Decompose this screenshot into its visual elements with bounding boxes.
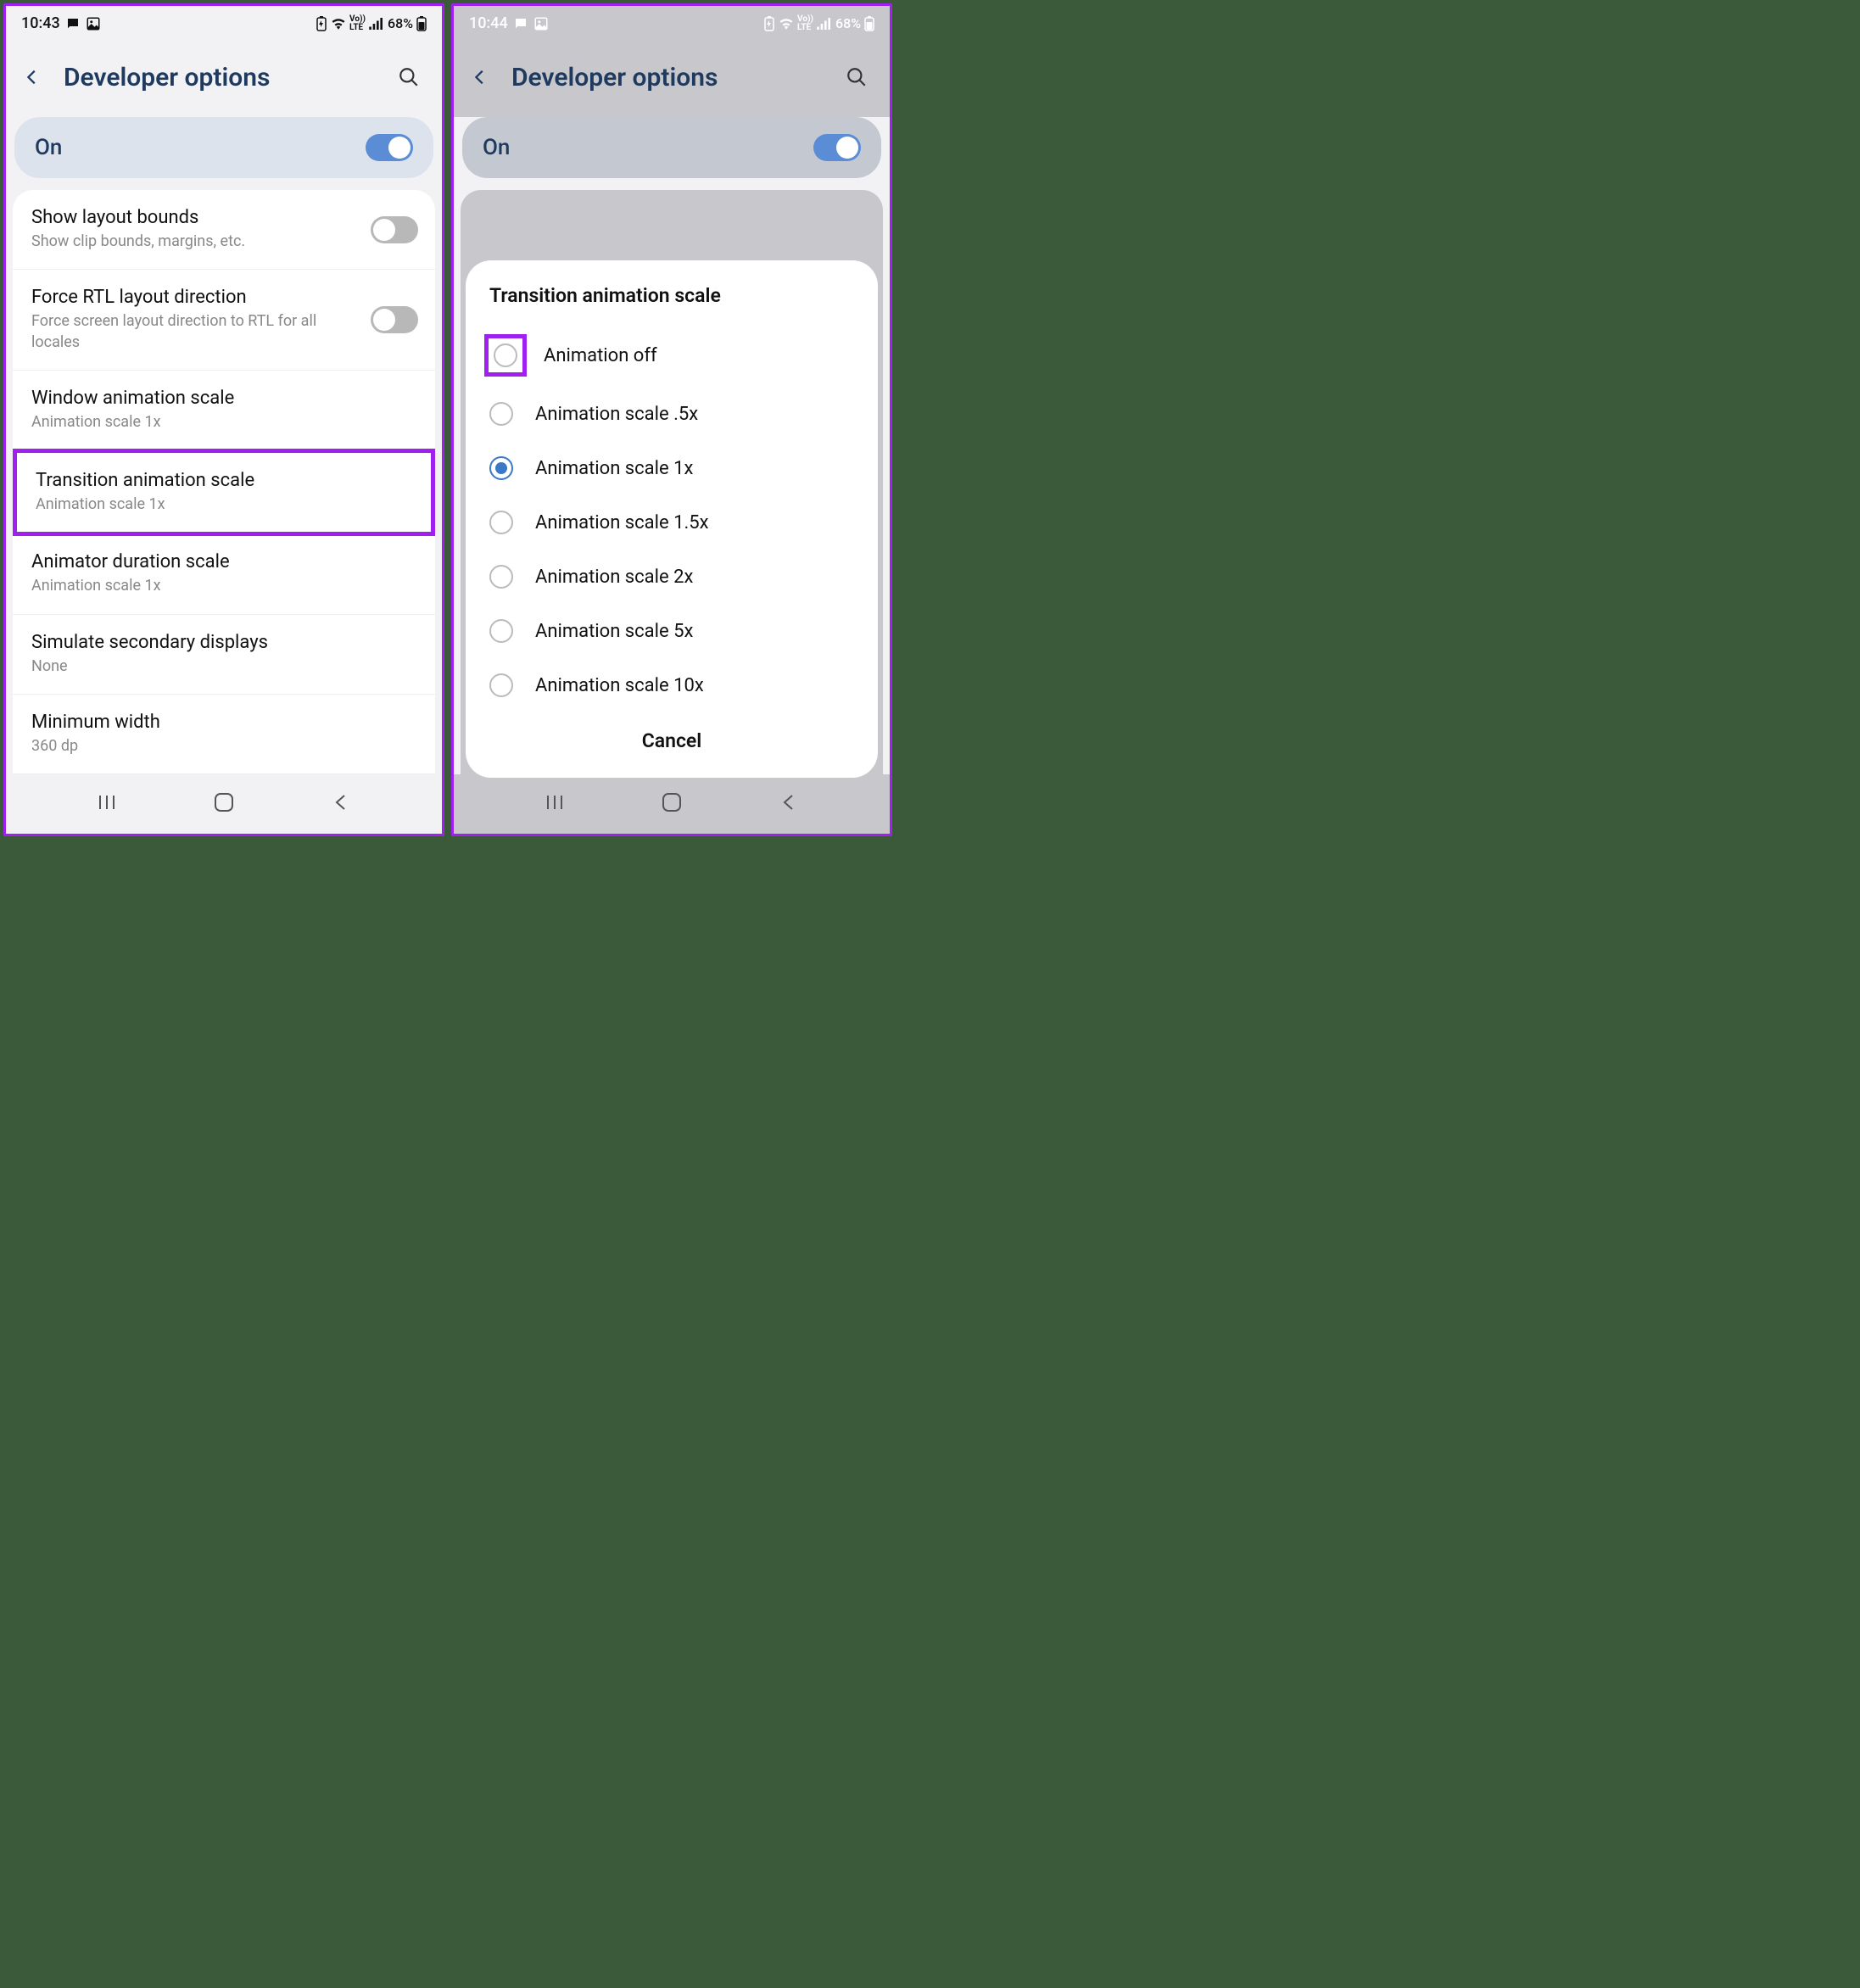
dialog-title: Transition animation scale (484, 284, 859, 307)
volte-icon: Vo))LTE (349, 15, 366, 32)
setting-title: Simulate secondary displays (31, 632, 418, 653)
radio-label: Animation scale 1.5x (535, 512, 709, 533)
signal-icon (369, 18, 384, 30)
chat-icon (513, 16, 528, 31)
radio-option-animation-off[interactable]: Animation off (484, 324, 859, 387)
setting-sub: Force screen layout direction to RTL for… (31, 311, 359, 353)
toggle-switch[interactable] (371, 216, 418, 243)
search-button[interactable] (841, 61, 873, 93)
master-toggle-row[interactable]: On (462, 117, 881, 178)
radio-label: Animation off (544, 345, 657, 366)
phone-right: 10:44 Vo))LTE 68% (451, 3, 892, 836)
recents-button[interactable] (538, 790, 572, 815)
navigation-bar (454, 774, 890, 834)
radio-label: Animation scale 2x (535, 567, 693, 588)
image-icon (86, 16, 101, 31)
radio-label: Animation scale 10x (535, 675, 704, 696)
setting-title: Animator duration scale (31, 551, 418, 572)
setting-title: Window animation scale (31, 388, 418, 409)
cancel-button[interactable]: Cancel (484, 712, 859, 759)
setting-window-animation[interactable]: Window animation scale Animation scale 1… (13, 371, 435, 450)
chat-icon (65, 16, 81, 31)
page-title: Developer options (64, 63, 377, 92)
battery-icon (864, 16, 874, 31)
radio-label: Animation scale 5x (535, 621, 693, 642)
recents-button[interactable] (90, 790, 124, 815)
page-title: Developer options (511, 63, 825, 92)
radio-option-scale-10x[interactable]: Animation scale 10x (484, 658, 859, 712)
image-icon (533, 16, 549, 31)
setting-title: Force RTL layout direction (31, 287, 359, 308)
home-button[interactable] (655, 790, 689, 815)
setting-sub: Animation scale 1x (31, 412, 418, 433)
battery-text: 68% (835, 15, 861, 31)
home-button[interactable] (207, 790, 241, 815)
status-bar: 10:44 Vo))LTE 68% (454, 6, 890, 37)
master-toggle-switch[interactable] (366, 134, 413, 161)
radio-icon (489, 619, 513, 643)
setting-transition-animation[interactable]: Transition animation scale Animation sca… (13, 449, 435, 536)
setting-sub: Animation scale 1x (36, 494, 414, 515)
radio-option-scale-1x[interactable]: Animation scale 1x (484, 441, 859, 495)
master-toggle-switch[interactable] (813, 134, 861, 161)
setting-show-layout-bounds[interactable]: Show layout bounds Show clip bounds, mar… (13, 190, 435, 270)
radio-label: Animation scale .5x (535, 404, 698, 425)
setting-simulate-secondary[interactable]: Simulate secondary displays None (13, 615, 435, 695)
setting-sub: Show clip bounds, margins, etc. (31, 232, 359, 252)
battery-saver-icon (316, 16, 327, 31)
wifi-icon (779, 18, 794, 30)
radio-icon (489, 456, 513, 480)
setting-minimum-width[interactable]: Minimum width 360 dp (13, 695, 435, 774)
master-toggle-label: On (35, 135, 62, 160)
radio-option-scale-2x[interactable]: Animation scale 2x (484, 550, 859, 604)
master-toggle-row[interactable]: On (14, 117, 433, 178)
battery-text: 68% (388, 15, 413, 31)
status-bar: 10:43 Vo))LTE 68% (6, 6, 442, 37)
radio-option-scale-5x[interactable]: Animation scale 5x (484, 604, 859, 658)
back-button[interactable] (16, 61, 48, 93)
back-nav-button[interactable] (772, 790, 806, 815)
animation-scale-dialog: Transition animation scale Animation off… (466, 260, 878, 778)
radio-icon (494, 343, 517, 367)
battery-icon (416, 16, 427, 31)
phone-left: 10:43 Vo))LTE 68% (3, 3, 444, 836)
settings-list: Show layout bounds Show clip bounds, mar… (13, 190, 435, 774)
status-time: 10:43 (21, 14, 60, 32)
radio-icon (489, 565, 513, 589)
radio-label: Animation scale 1x (535, 458, 693, 479)
search-button[interactable] (393, 61, 425, 93)
setting-title: Show layout bounds (31, 207, 359, 228)
radio-icon (489, 511, 513, 534)
back-button[interactable] (464, 61, 496, 93)
highlight-box (484, 334, 527, 377)
setting-title: Minimum width (31, 712, 418, 733)
setting-animator-duration[interactable]: Animator duration scale Animation scale … (13, 534, 435, 614)
navigation-bar (6, 774, 442, 834)
master-toggle-label: On (483, 135, 510, 160)
signal-icon (817, 18, 832, 30)
setting-sub: 360 dp (31, 736, 418, 757)
setting-sub: Animation scale 1x (31, 576, 418, 596)
status-time: 10:44 (469, 14, 508, 32)
wifi-icon (331, 18, 346, 30)
battery-saver-icon (763, 16, 775, 31)
setting-force-rtl[interactable]: Force RTL layout direction Force screen … (13, 270, 435, 371)
radio-option-scale-05x[interactable]: Animation scale .5x (484, 387, 859, 441)
radio-icon (489, 673, 513, 697)
back-nav-button[interactable] (324, 790, 358, 815)
setting-title: Transition animation scale (36, 470, 414, 491)
radio-option-scale-15x[interactable]: Animation scale 1.5x (484, 495, 859, 550)
setting-sub: None (31, 656, 418, 677)
toggle-switch[interactable] (371, 306, 418, 333)
volte-icon: Vo))LTE (797, 15, 813, 32)
page-header: Developer options (454, 37, 890, 117)
radio-icon (489, 402, 513, 426)
page-header: Developer options (6, 37, 442, 117)
